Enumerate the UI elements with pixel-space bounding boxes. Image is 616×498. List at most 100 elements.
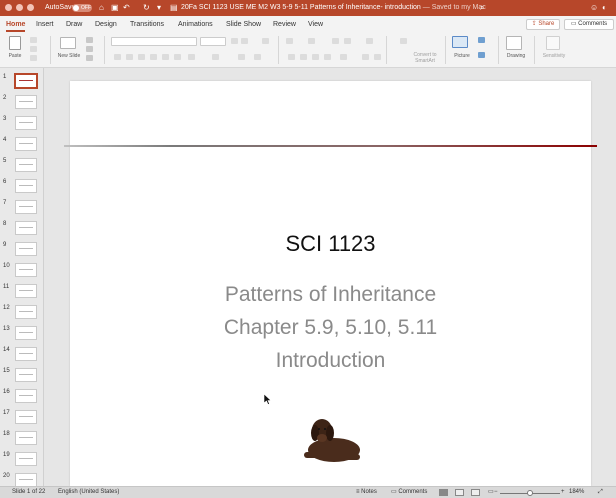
zoom-slider-handle[interactable]	[527, 490, 533, 496]
font-color-icon[interactable]	[254, 54, 261, 60]
subscript-icon[interactable]	[174, 54, 181, 60]
slide-thumbnail[interactable]	[15, 284, 37, 298]
align-center-icon[interactable]	[300, 54, 307, 60]
tab-design[interactable]: Design	[95, 20, 117, 29]
underline-icon[interactable]	[138, 54, 145, 60]
section-icon[interactable]	[86, 55, 93, 61]
cut-icon[interactable]	[30, 37, 37, 43]
slide-thumbnail[interactable]	[15, 263, 37, 277]
slide-sorter-icon[interactable]	[455, 489, 464, 496]
font-size-select[interactable]	[200, 37, 226, 46]
close-window-button[interactable]	[5, 4, 12, 11]
slide-subtitle-line[interactable]: Introduction	[70, 349, 591, 373]
comments-button[interactable]: ▭ Comments	[564, 19, 614, 30]
zoom-in-icon[interactable]: +	[561, 489, 565, 496]
tab-draw[interactable]: Draw	[66, 20, 82, 29]
slide-thumbnail[interactable]	[15, 200, 37, 214]
slide-thumbnail[interactable]	[15, 116, 37, 130]
zoom-window-button[interactable]	[27, 4, 34, 11]
slide-thumbnail[interactable]	[15, 137, 37, 151]
undo-icon[interactable]: ↶	[123, 2, 130, 13]
slide-thumbnail[interactable]	[15, 410, 37, 424]
slide-thumbnail[interactable]	[15, 95, 37, 109]
slide-thumbnail[interactable]	[15, 242, 37, 256]
search-icon[interactable]: ⌕	[480, 2, 484, 13]
minimize-window-button[interactable]	[16, 4, 23, 11]
slide-thumbnail[interactable]	[15, 389, 37, 403]
shapes-icon[interactable]	[478, 37, 485, 43]
slide-subtitle-line[interactable]: Patterns of Inheritance	[70, 283, 591, 307]
increase-indent-icon[interactable]	[344, 38, 351, 44]
copy-icon[interactable]	[30, 46, 37, 52]
drawing-icon[interactable]	[506, 36, 522, 50]
notes-button[interactable]: ≡ Notes	[356, 489, 377, 496]
font-family-select[interactable]	[111, 37, 197, 46]
character-spacing-icon[interactable]	[188, 54, 195, 60]
autosave-toggle[interactable]: OFF	[72, 4, 92, 12]
bold-icon[interactable]	[114, 54, 121, 60]
smartart-icon[interactable]	[400, 38, 407, 44]
tab-insert[interactable]: Insert	[36, 20, 54, 29]
normal-view-icon[interactable]	[439, 489, 448, 496]
reading-view-icon[interactable]	[471, 489, 480, 496]
slide-thumbnail[interactable]	[15, 179, 37, 193]
share-button[interactable]: ⇪ Share	[526, 19, 560, 30]
columns-icon[interactable]	[340, 54, 347, 60]
customize-toolbar-icon[interactable]: ▾	[157, 2, 161, 13]
slide-thumbnail[interactable]	[15, 473, 37, 486]
slide[interactable]: SCI 1123 Patterns of Inheritance Chapter…	[64, 81, 597, 486]
slide-thumbnail[interactable]	[15, 368, 37, 382]
tab-view[interactable]: View	[308, 20, 323, 29]
slide-thumbnail[interactable]	[15, 326, 37, 340]
align-left-icon[interactable]	[288, 54, 295, 60]
highlight-icon[interactable]	[238, 54, 245, 60]
format-painter-icon[interactable]	[30, 55, 37, 61]
decrease-font-icon[interactable]	[241, 38, 248, 44]
picture-icon[interactable]	[452, 36, 468, 48]
comments-status-button[interactable]: ▭ Comments	[391, 489, 427, 496]
presenter-icon[interactable]: ▭	[488, 489, 494, 496]
tab-animations[interactable]: Animations	[178, 20, 213, 29]
tab-home[interactable]: Home	[6, 20, 26, 32]
bullets-icon[interactable]	[286, 38, 293, 44]
smiley-icon[interactable]: ☺	[590, 2, 598, 13]
fit-to-window-icon[interactable]: ⤢	[598, 489, 603, 496]
change-case-icon[interactable]	[212, 54, 219, 60]
slide-thumbnail[interactable]	[15, 221, 37, 235]
slide-thumbnail[interactable]	[15, 305, 37, 319]
align-text-icon[interactable]	[374, 54, 381, 60]
language-status[interactable]: English (United States)	[58, 489, 119, 496]
tab-review[interactable]: Review	[273, 20, 296, 29]
layout-icon[interactable]	[86, 37, 93, 43]
text-box-icon[interactable]	[478, 52, 485, 58]
align-right-icon[interactable]	[312, 54, 319, 60]
sensitivity-icon[interactable]	[546, 36, 560, 50]
home-icon[interactable]: ⌂	[99, 2, 104, 13]
account-icon[interactable]: ◐	[602, 2, 607, 13]
slide-thumbnail[interactable]	[15, 431, 37, 445]
redo-icon[interactable]: ↻	[143, 2, 150, 13]
save-icon[interactable]: ▣	[111, 2, 119, 13]
slide-thumbnail[interactable]	[15, 74, 37, 88]
tab-slide-show[interactable]: Slide Show	[226, 20, 261, 29]
slide-subtitle-line[interactable]: Chapter 5.9, 5.10, 5.11	[70, 316, 591, 340]
puppy-image[interactable]	[290, 406, 370, 468]
text-direction-icon[interactable]	[362, 54, 369, 60]
increase-font-icon[interactable]	[231, 38, 238, 44]
italic-icon[interactable]	[126, 54, 133, 60]
slide-thumbnail[interactable]	[15, 158, 37, 172]
line-spacing-icon[interactable]	[366, 38, 373, 44]
slide-thumbnail[interactable]	[15, 452, 37, 466]
tab-transitions[interactable]: Transitions	[130, 20, 164, 29]
decrease-indent-icon[interactable]	[332, 38, 339, 44]
justify-icon[interactable]	[324, 54, 331, 60]
clear-format-icon[interactable]	[262, 38, 269, 44]
reset-icon[interactable]	[86, 46, 93, 52]
zoom-level[interactable]: 184%	[569, 489, 584, 496]
numbering-icon[interactable]	[308, 38, 315, 44]
superscript-icon[interactable]	[162, 54, 169, 60]
slide-title[interactable]: SCI 1123	[70, 231, 591, 257]
zoom-out-icon[interactable]: −	[494, 489, 498, 496]
paste-icon[interactable]	[9, 36, 21, 50]
new-slide-icon[interactable]	[60, 37, 76, 49]
